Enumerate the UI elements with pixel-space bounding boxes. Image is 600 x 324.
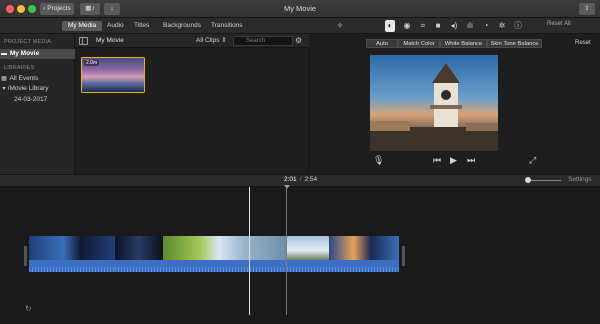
sidebar-item-event-date[interactable]: 24-03-2017 bbox=[0, 95, 75, 105]
skimmer-marker bbox=[284, 185, 290, 189]
loop-icon[interactable]: ↻ bbox=[25, 304, 32, 313]
window-title: My Movie bbox=[283, 4, 317, 13]
timeline-clip[interactable] bbox=[287, 236, 329, 272]
crop-icon[interactable]: ⌗ bbox=[418, 20, 428, 32]
track-end-handle[interactable] bbox=[402, 246, 405, 266]
playhead[interactable] bbox=[249, 187, 250, 315]
media-browser: My Movie All Clips ⇕ ⌕ Search ⚙ bbox=[75, 34, 309, 174]
timeline-clip[interactable] bbox=[29, 236, 115, 272]
fullscreen-icon[interactable]: ⤢ bbox=[529, 155, 536, 165]
sidebar-item-all-events[interactable]: ▦ All Events bbox=[0, 74, 75, 84]
white-balance-button[interactable]: White Balance bbox=[440, 39, 487, 48]
skin-tone-balance-button[interactable]: Skin Tone Balance bbox=[487, 39, 542, 48]
title-bar: ‹ Projects ▦♪ ↓ My Movie ⇪ bbox=[0, 0, 600, 18]
film-icon: ▬ bbox=[1, 51, 7, 57]
auto-color-button[interactable]: Auto bbox=[366, 39, 398, 48]
libraries-sidebar: PROJECT MEDIA ▬ My Movie LIBRARIES ▦ All… bbox=[0, 34, 75, 174]
tab-transitions[interactable]: Transitions bbox=[205, 21, 249, 31]
timeline-clip-selected[interactable] bbox=[163, 236, 287, 272]
track-start-handle[interactable] bbox=[24, 246, 27, 266]
clips-filter-select[interactable]: All Clips ⇕ bbox=[196, 36, 227, 46]
magic-wand-icon[interactable]: ✧ bbox=[335, 20, 345, 32]
volume-icon[interactable]: ◂) bbox=[449, 20, 459, 32]
reset-button[interactable]: Reset bbox=[575, 40, 591, 46]
microphone-icon[interactable]: 🎙 bbox=[373, 155, 384, 165]
libraries-heading: LIBRARIES bbox=[4, 65, 35, 71]
timecode-display: 2:01/2:54 bbox=[284, 176, 317, 183]
zoom-slider-track[interactable] bbox=[527, 180, 561, 181]
media-clip-thumbnail[interactable]: 2.0m bbox=[81, 57, 145, 93]
disclosure-triangle-icon[interactable]: ▾ bbox=[0, 84, 8, 94]
sidebar-toggle-icon[interactable] bbox=[79, 37, 88, 45]
play-icon[interactable]: ▶ bbox=[450, 155, 457, 165]
color-correction-icon[interactable]: ◉ bbox=[402, 20, 412, 32]
match-color-button[interactable]: Match Color bbox=[398, 39, 440, 48]
zoom-slider-knob[interactable] bbox=[525, 177, 531, 183]
viewer-panel: Auto Match Color White Balance Skin Tone… bbox=[309, 34, 600, 174]
clip-duration-badge: 2.0m bbox=[84, 60, 100, 66]
skip-forward-icon[interactable]: ⏭ bbox=[467, 155, 475, 165]
browser-tabs-bar: My Media Audio Titles Backgrounds Transi… bbox=[0, 18, 600, 34]
color-balance-icon[interactable]: ◐ bbox=[385, 20, 395, 32]
skip-back-icon[interactable]: ⏮ bbox=[433, 155, 441, 165]
sidebar-item-my-movie[interactable]: ▬ My Movie bbox=[0, 49, 75, 59]
sidebar-item-imovie-library[interactable]: ▾ iMovie Library bbox=[0, 84, 75, 94]
search-input[interactable]: Search bbox=[233, 36, 293, 46]
share-icon: ⇪ bbox=[584, 5, 590, 12]
noise-reduction-icon[interactable]: ✲ bbox=[497, 20, 507, 32]
tab-titles[interactable]: Titles bbox=[128, 21, 155, 31]
tab-my-media[interactable]: My Media bbox=[62, 21, 103, 31]
tab-audio[interactable]: Audio bbox=[101, 21, 130, 31]
current-time: 2:01 bbox=[284, 176, 297, 183]
equalizer-icon[interactable]: ılı bbox=[465, 20, 475, 32]
speed-icon[interactable]: ◔ bbox=[481, 20, 491, 32]
skimmer-line bbox=[286, 187, 287, 315]
reset-all-button[interactable]: Reset All bbox=[547, 21, 571, 27]
browser-title: My Movie bbox=[96, 37, 124, 44]
grid-icon: ▦ bbox=[1, 76, 7, 82]
share-button[interactable]: ⇪ bbox=[579, 3, 595, 15]
timeline-clip[interactable] bbox=[115, 236, 163, 272]
video-preview[interactable] bbox=[370, 55, 498, 151]
gear-icon[interactable]: ⚙ bbox=[295, 36, 302, 46]
time-separator: / bbox=[299, 176, 302, 183]
total-time: 2:54 bbox=[304, 176, 318, 183]
timeline-settings-button[interactable]: Settings bbox=[568, 176, 592, 183]
tab-backgrounds[interactable]: Backgrounds bbox=[157, 21, 207, 31]
project-media-heading: PROJECT MEDIA bbox=[4, 39, 52, 45]
browser-toolbar: My Movie All Clips ⇕ ⌕ Search ⚙ bbox=[75, 34, 309, 48]
timeline-clip[interactable] bbox=[329, 236, 399, 272]
updown-chevron-icon: ⇕ bbox=[221, 37, 227, 44]
info-icon[interactable]: ⓘ bbox=[513, 20, 523, 32]
clock-tower-image bbox=[370, 63, 498, 151]
stabilization-icon[interactable]: ■ bbox=[433, 20, 443, 32]
